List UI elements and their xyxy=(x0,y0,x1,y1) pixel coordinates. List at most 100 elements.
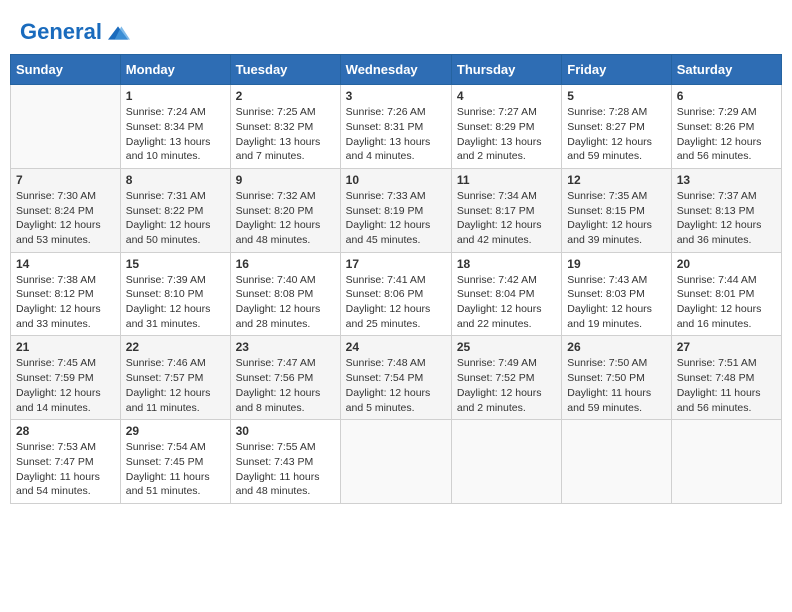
calendar-cell: 21 Sunrise: 7:45 AMSunset: 7:59 PMDayligh… xyxy=(11,336,121,420)
calendar-cell: 25 Sunrise: 7:49 AMSunset: 7:52 PMDayligh… xyxy=(451,336,561,420)
calendar-cell: 2 Sunrise: 7:25 AMSunset: 8:32 PMDaylight… xyxy=(230,85,340,169)
day-number: 4 xyxy=(457,89,556,103)
day-number: 26 xyxy=(567,340,665,354)
day-info: Sunrise: 7:50 AMSunset: 7:50 PMDaylight:… xyxy=(567,356,665,415)
calendar-cell: 27 Sunrise: 7:51 AMSunset: 7:48 PMDayligh… xyxy=(671,336,781,420)
calendar-header-sunday: Sunday xyxy=(11,55,121,85)
calendar-cell: 1 Sunrise: 7:24 AMSunset: 8:34 PMDaylight… xyxy=(120,85,230,169)
calendar-cell: 18 Sunrise: 7:42 AMSunset: 8:04 PMDayligh… xyxy=(451,252,561,336)
day-info: Sunrise: 7:25 AMSunset: 8:32 PMDaylight:… xyxy=(236,105,335,164)
day-info: Sunrise: 7:39 AMSunset: 8:10 PMDaylight:… xyxy=(126,273,225,332)
calendar-cell xyxy=(11,85,121,169)
calendar-cell: 23 Sunrise: 7:47 AMSunset: 7:56 PMDayligh… xyxy=(230,336,340,420)
day-info: Sunrise: 7:53 AMSunset: 7:47 PMDaylight:… xyxy=(16,440,115,499)
calendar-cell: 17 Sunrise: 7:41 AMSunset: 8:06 PMDayligh… xyxy=(340,252,451,336)
calendar-cell: 8 Sunrise: 7:31 AMSunset: 8:22 PMDaylight… xyxy=(120,168,230,252)
calendar-cell: 24 Sunrise: 7:48 AMSunset: 7:54 PMDayligh… xyxy=(340,336,451,420)
day-info: Sunrise: 7:30 AMSunset: 8:24 PMDaylight:… xyxy=(16,189,115,248)
calendar-cell: 5Sunrise: 7:28 AMSunset: 8:27 PMDaylight… xyxy=(562,85,671,169)
day-number: 20 xyxy=(677,257,776,271)
day-number: 29 xyxy=(126,424,225,438)
calendar-table: SundayMondayTuesdayWednesdayThursdayFrid… xyxy=(10,54,782,504)
day-number: 19 xyxy=(567,257,665,271)
calendar-cell: 13 Sunrise: 7:37 AMSunset: 8:13 PMDayligh… xyxy=(671,168,781,252)
day-number: 13 xyxy=(677,173,776,187)
calendar-header-thursday: Thursday xyxy=(451,55,561,85)
day-info: Sunrise: 7:26 AMSunset: 8:31 PMDaylight:… xyxy=(346,105,446,164)
day-info: Sunrise: 7:40 AMSunset: 8:08 PMDaylight:… xyxy=(236,273,335,332)
day-info: Sunrise: 7:27 AMSunset: 8:29 PMDaylight:… xyxy=(457,105,556,164)
day-number: 27 xyxy=(677,340,776,354)
day-info: Sunrise: 7:31 AMSunset: 8:22 PMDaylight:… xyxy=(126,189,225,248)
calendar-cell: 14 Sunrise: 7:38 AMSunset: 8:12 PMDayligh… xyxy=(11,252,121,336)
day-number: 6 xyxy=(677,89,776,103)
day-number: 28 xyxy=(16,424,115,438)
calendar-cell xyxy=(451,420,561,504)
logo-text: General xyxy=(20,20,132,44)
calendar-cell: 16 Sunrise: 7:40 AMSunset: 8:08 PMDayligh… xyxy=(230,252,340,336)
day-info: Sunrise: 7:45 AMSunset: 7:59 PMDaylight:… xyxy=(16,356,115,415)
calendar-cell: 10 Sunrise: 7:33 AMSunset: 8:19 PMDayligh… xyxy=(340,168,451,252)
day-info: Sunrise: 7:54 AMSunset: 7:45 PMDaylight:… xyxy=(126,440,225,499)
calendar-cell xyxy=(340,420,451,504)
day-info: Sunrise: 7:37 AMSunset: 8:13 PMDaylight:… xyxy=(677,189,776,248)
calendar-cell: 28 Sunrise: 7:53 AMSunset: 7:47 PMDayligh… xyxy=(11,420,121,504)
day-info: Sunrise: 7:33 AMSunset: 8:19 PMDaylight:… xyxy=(346,189,446,248)
day-number: 1 xyxy=(126,89,225,103)
day-info: Sunrise: 7:41 AMSunset: 8:06 PMDaylight:… xyxy=(346,273,446,332)
day-info: Sunrise: 7:49 AMSunset: 7:52 PMDaylight:… xyxy=(457,356,556,415)
day-number: 24 xyxy=(346,340,446,354)
day-number: 18 xyxy=(457,257,556,271)
day-info: Sunrise: 7:48 AMSunset: 7:54 PMDaylight:… xyxy=(346,356,446,415)
day-number: 14 xyxy=(16,257,115,271)
calendar-cell: 19 Sunrise: 7:43 AMSunset: 8:03 PMDayligh… xyxy=(562,252,671,336)
calendar-cell: 9Sunrise: 7:32 AMSunset: 8:20 PMDaylight… xyxy=(230,168,340,252)
day-info: Sunrise: 7:38 AMSunset: 8:12 PMDaylight:… xyxy=(16,273,115,332)
calendar-cell: 30Sunrise: 7:55 AMSunset: 7:43 PMDayligh… xyxy=(230,420,340,504)
day-info: Sunrise: 7:55 AMSunset: 7:43 PMDaylight:… xyxy=(236,440,335,499)
calendar-cell: 3 Sunrise: 7:26 AMSunset: 8:31 PMDaylight… xyxy=(340,85,451,169)
day-info: Sunrise: 7:47 AMSunset: 7:56 PMDaylight:… xyxy=(236,356,335,415)
day-number: 22 xyxy=(126,340,225,354)
day-number: 17 xyxy=(346,257,446,271)
calendar-header-row: SundayMondayTuesdayWednesdayThursdayFrid… xyxy=(11,55,782,85)
calendar-cell: 15 Sunrise: 7:39 AMSunset: 8:10 PMDayligh… xyxy=(120,252,230,336)
day-number: 25 xyxy=(457,340,556,354)
day-number: 5 xyxy=(567,89,665,103)
day-number: 3 xyxy=(346,89,446,103)
day-number: 7 xyxy=(16,173,115,187)
calendar-cell: 20 Sunrise: 7:44 AMSunset: 8:01 PMDayligh… xyxy=(671,252,781,336)
calendar-cell: 22 Sunrise: 7:46 AMSunset: 7:57 PMDayligh… xyxy=(120,336,230,420)
day-info: Sunrise: 7:35 AMSunset: 8:15 PMDaylight:… xyxy=(567,189,665,248)
calendar-header-wednesday: Wednesday xyxy=(340,55,451,85)
day-info: Sunrise: 7:51 AMSunset: 7:48 PMDaylight:… xyxy=(677,356,776,415)
day-number: 21 xyxy=(16,340,115,354)
day-info: Sunrise: 7:24 AMSunset: 8:34 PMDaylight:… xyxy=(126,105,225,164)
calendar-cell: 4 Sunrise: 7:27 AMSunset: 8:29 PMDaylight… xyxy=(451,85,561,169)
calendar-cell xyxy=(562,420,671,504)
calendar-cell: 29 Sunrise: 7:54 AMSunset: 7:45 PMDayligh… xyxy=(120,420,230,504)
day-number: 2 xyxy=(236,89,335,103)
day-number: 16 xyxy=(236,257,335,271)
calendar-cell: 6 Sunrise: 7:29 AMSunset: 8:26 PMDaylight… xyxy=(671,85,781,169)
day-info: Sunrise: 7:44 AMSunset: 8:01 PMDaylight:… xyxy=(677,273,776,332)
day-info: Sunrise: 7:29 AMSunset: 8:26 PMDaylight:… xyxy=(677,105,776,164)
day-number: 10 xyxy=(346,173,446,187)
calendar-week-row: 1 Sunrise: 7:24 AMSunset: 8:34 PMDaylight… xyxy=(11,85,782,169)
day-number: 23 xyxy=(236,340,335,354)
day-info: Sunrise: 7:46 AMSunset: 7:57 PMDaylight:… xyxy=(126,356,225,415)
calendar-header-saturday: Saturday xyxy=(671,55,781,85)
day-info: Sunrise: 7:34 AMSunset: 8:17 PMDaylight:… xyxy=(457,189,556,248)
day-number: 9 xyxy=(236,173,335,187)
logo: General xyxy=(20,20,132,44)
calendar-header-monday: Monday xyxy=(120,55,230,85)
calendar-header-friday: Friday xyxy=(562,55,671,85)
day-number: 12 xyxy=(567,173,665,187)
calendar-header-tuesday: Tuesday xyxy=(230,55,340,85)
day-number: 8 xyxy=(126,173,225,187)
day-info: Sunrise: 7:43 AMSunset: 8:03 PMDaylight:… xyxy=(567,273,665,332)
calendar-cell: 26 Sunrise: 7:50 AMSunset: 7:50 PMDayligh… xyxy=(562,336,671,420)
day-info: Sunrise: 7:42 AMSunset: 8:04 PMDaylight:… xyxy=(457,273,556,332)
day-number: 15 xyxy=(126,257,225,271)
calendar-week-row: 7 Sunrise: 7:30 AMSunset: 8:24 PMDaylight… xyxy=(11,168,782,252)
